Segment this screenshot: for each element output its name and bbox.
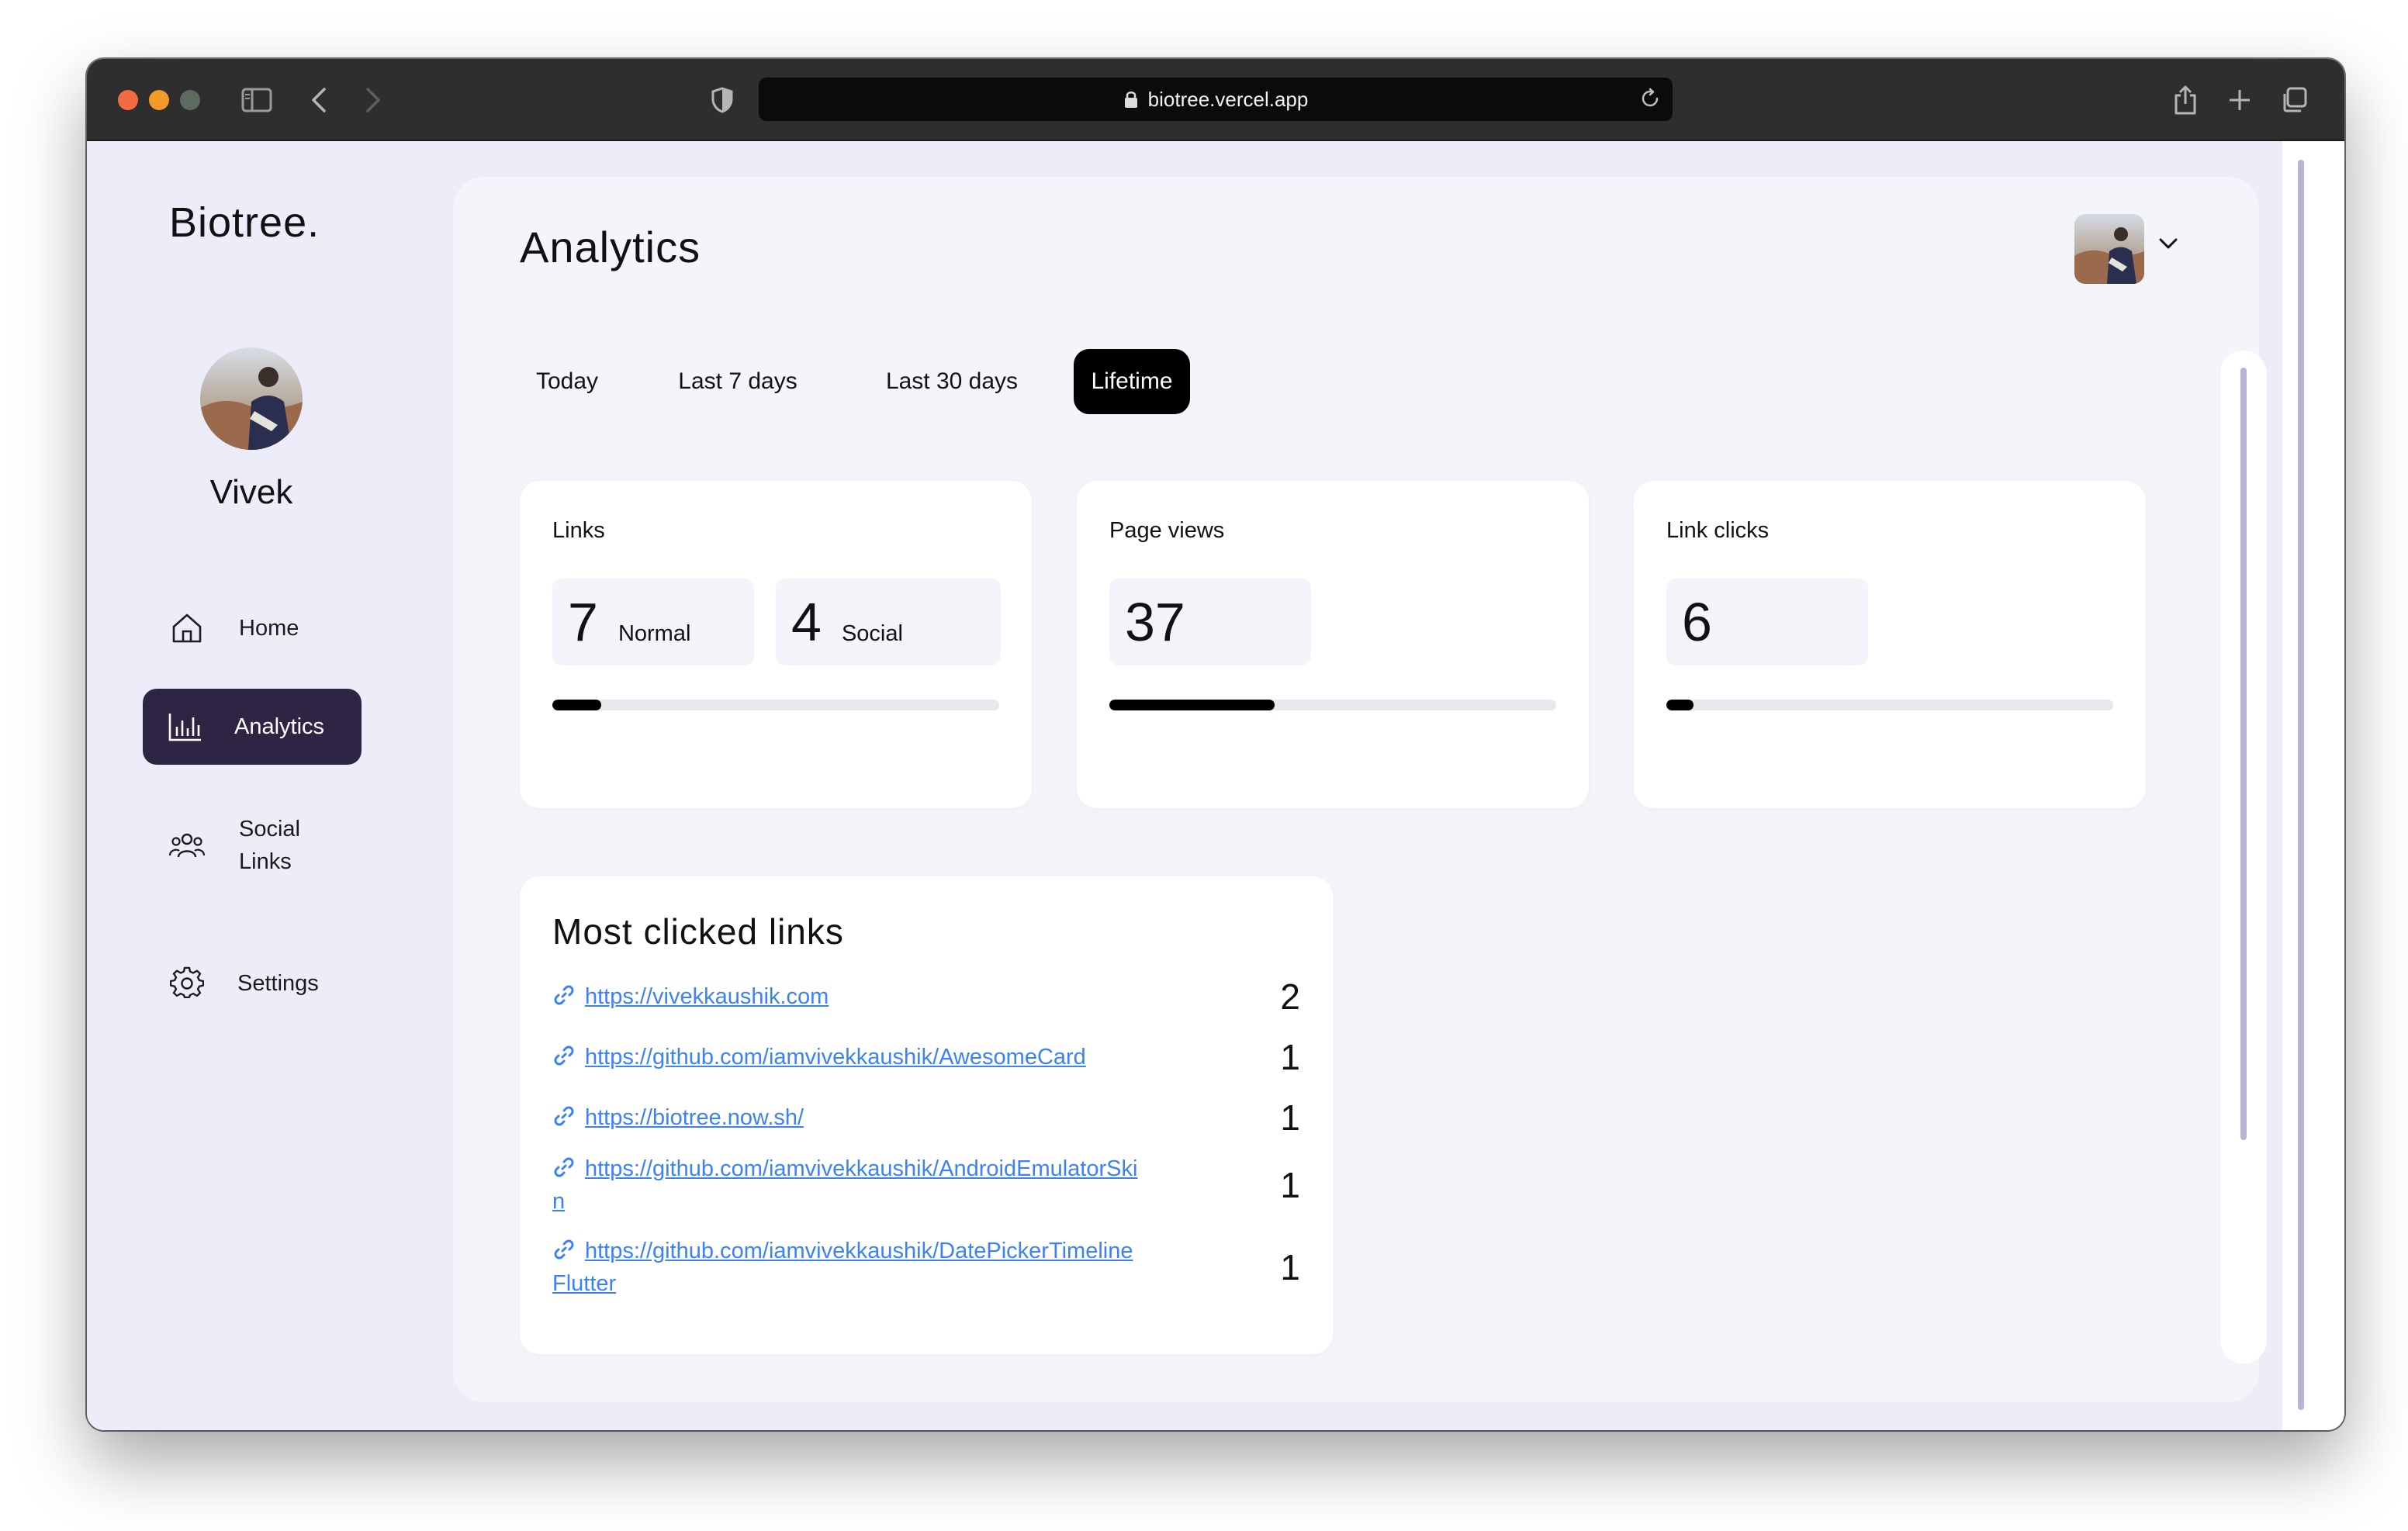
back-icon[interactable] [301,82,337,118]
home-icon [168,609,206,648]
bar-chart-icon [166,707,205,746]
link-clicks-progress-bar [1666,700,2113,710]
minimize-window-button[interactable] [149,90,169,110]
tab-overview-icon[interactable] [2276,82,2312,118]
list-item: https://biotree.now.sh/ 1 [552,1097,1300,1139]
link-click-count: 1 [1280,1037,1300,1077]
content-scrollbar-thumb[interactable] [2240,368,2247,1140]
sidebar-item-settings[interactable]: Settings [168,952,369,1014]
content-scrollbar[interactable] [2220,351,2267,1363]
sidebar-toggle-icon[interactable] [239,82,275,118]
tab-last-7-days[interactable]: Last 7 days [656,349,819,414]
normal-links-label: Normal [618,621,691,646]
list-item: https://github.com/iamvivekkaushik/DateP… [552,1235,1300,1300]
tab-lifetime[interactable]: Lifetime [1074,349,1190,414]
profile-name: Vivek [209,473,293,511]
chevron-down-icon[interactable] [2158,237,2178,250]
link-icon [554,985,574,1005]
most-clicked-links-card: Most clicked links https://vivekkaushik.… [520,876,1333,1354]
normal-links-stat: 7 Normal [552,579,754,665]
page-views-card: Page views 37 [1077,481,1589,808]
avatar [200,347,303,450]
reload-icon[interactable] [1638,87,1662,110]
gear-icon [168,964,206,1003]
list-item: https://vivekkaushik.com 2 [552,976,1300,1018]
sidebar-item-label: Analytics [234,714,325,739]
progress-fill [1666,700,1694,710]
link-icon [554,1106,574,1126]
link-click-count: 1 [1280,1165,1300,1205]
sidebar-item-label: Home [239,615,299,641]
address-bar[interactable]: biotree.vercel.app [759,78,1673,121]
card-title: Link clicks [1666,518,1770,543]
browser-window: biotree.vercel.app Biotree. Vivek Home A… [87,59,2344,1430]
link-click-count: 1 [1280,1247,1300,1287]
link-icon [554,1045,574,1066]
page-views-stat: 37 [1109,579,1311,665]
sidebar-item-social-links[interactable]: Social Links [168,808,369,883]
normal-links-count: 7 [568,592,598,652]
list-item: https://github.com/iamvivekkaushik/Andro… [552,1153,1300,1218]
page-title: Analytics [520,223,701,271]
forward-icon[interactable] [355,82,391,118]
card-title: Page views [1109,518,1225,543]
user-menu-avatar[interactable] [2074,214,2144,284]
page-views-progress-bar [1109,700,1556,710]
progress-fill [552,700,602,710]
link-clicks-stat: 6 [1666,579,1868,665]
sidebar-item-home[interactable]: Home [168,597,369,659]
social-links-label: Social [841,621,903,646]
links-card: Links 7 Normal 4 Social [520,481,1032,808]
lock-icon [1123,90,1139,109]
list-item: https://github.com/iamvivekkaushik/Aweso… [552,1036,1300,1078]
close-window-button[interactable] [118,90,138,110]
tab-today[interactable]: Today [520,349,614,414]
links-progress-bar [552,700,999,710]
brand-logo[interactable]: Biotree. [169,199,320,247]
link-clicks-card: Link clicks 6 [1634,481,2146,808]
progress-fill [1109,700,1275,710]
link-click-count: 1 [1280,1097,1300,1138]
link-clicks-count: 6 [1682,592,1712,652]
card-title: Links [552,518,605,543]
sidebar-item-label: Social Links [239,817,300,874]
main-panel: Analytics Today Last 7 days Last 30 days [453,177,2267,1402]
page-scrollbar-track [2282,141,2344,1430]
section-title: Most clicked links [552,911,844,952]
tab-last-30-days[interactable]: Last 30 days [861,349,1043,414]
link-url[interactable]: https://vivekkaushik.com [585,984,829,1009]
page-scrollbar-thumb[interactable] [2298,160,2304,1410]
link-url[interactable]: https://github.com/iamvivekkaushik/Andro… [552,1156,1137,1214]
share-icon[interactable] [2168,82,2203,118]
sidebar-item-analytics[interactable]: Analytics [143,689,362,765]
page: Biotree. Vivek Home Analytics Social Lin… [87,141,2344,1430]
link-icon [554,1239,574,1260]
sidebar-item-label: Settings [237,970,319,996]
link-icon [554,1157,574,1177]
social-links-stat: 4 Social [776,579,1001,665]
users-icon [168,826,206,865]
page-scrollbar[interactable] [2296,160,2306,1410]
privacy-shield-icon[interactable] [704,82,740,118]
browser-titlebar: biotree.vercel.app [87,59,2344,141]
new-tab-icon[interactable] [2222,82,2258,118]
time-range-tabs: Today Last 7 days Last 30 days Lifetime [520,349,1190,414]
page-views-count: 37 [1125,592,1185,652]
zoom-window-button[interactable] [180,90,200,110]
link-url[interactable]: https://biotree.now.sh/ [585,1105,804,1130]
social-links-count: 4 [791,592,822,652]
link-url[interactable]: https://github.com/iamvivekkaushik/DateP… [552,1239,1133,1296]
link-url[interactable]: https://github.com/iamvivekkaushik/Aweso… [585,1045,1086,1070]
link-click-count: 2 [1280,976,1300,1017]
url-text: biotree.vercel.app [1147,87,1309,111]
